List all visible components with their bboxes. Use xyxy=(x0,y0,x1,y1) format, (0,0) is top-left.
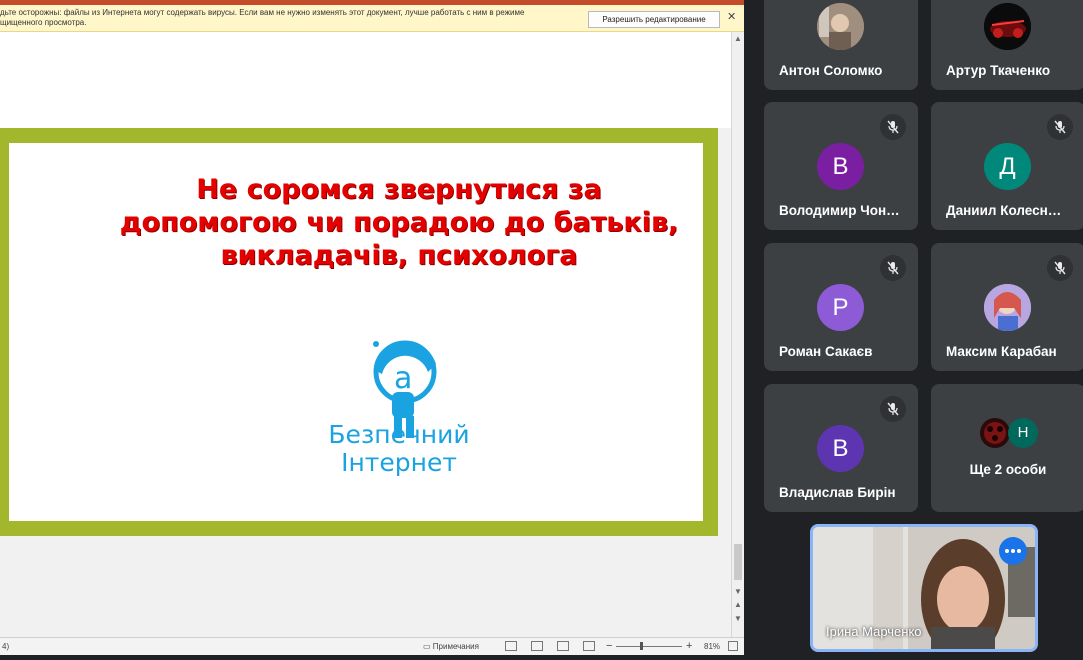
participant-initial-avatar: В xyxy=(817,425,864,472)
participant-tile[interactable]: Антон Соломко xyxy=(764,0,918,90)
enable-editing-button[interactable]: Разрешить редактирование xyxy=(588,11,720,28)
zoom-slider-knob[interactable] xyxy=(640,642,643,650)
vertical-scrollbar[interactable]: ▲ ▼ ▲ ▼ xyxy=(731,32,744,637)
logo-text-line-2: Інтернет xyxy=(341,448,457,477)
participant-photo-avatar xyxy=(984,284,1031,331)
participant-name: Владислав Бирін xyxy=(779,485,896,500)
mic-off-icon xyxy=(880,255,906,281)
slide-content: Не соромся звернутися за допомогою чи по… xyxy=(9,143,703,521)
page-indicator: 4) xyxy=(2,642,10,651)
participant-initial-avatar: Н xyxy=(1008,418,1038,448)
participant-name: Даниил Колесн… xyxy=(946,203,1062,218)
mic-off-icon xyxy=(1047,255,1073,281)
scroll-up-icon[interactable]: ▲ xyxy=(734,34,742,43)
zoom-level[interactable]: 81% xyxy=(704,642,720,651)
status-bar: 4) ▭ Примечания − + 81% xyxy=(0,637,744,656)
slide-title-line-2: допомогою чи порадою до батьків, xyxy=(119,207,679,238)
self-video-tile[interactable]: Ірина Марченко xyxy=(810,524,1038,652)
scroll-thumb[interactable] xyxy=(734,544,742,580)
slide-sorter-icon[interactable] xyxy=(531,641,543,651)
protected-view-message: дьте осторожны: файлы из Интернета могут… xyxy=(0,8,570,28)
normal-view-icon[interactable] xyxy=(505,641,517,651)
zoom-slider[interactable] xyxy=(616,646,682,647)
participant-name: Роман Сакаєв xyxy=(779,344,873,359)
more-participants-tile[interactable]: Н Ще 2 особи xyxy=(931,384,1083,512)
participant-name: Максим Карабан xyxy=(946,344,1057,359)
reading-view-icon[interactable] xyxy=(557,641,569,651)
notes-label: Примечания xyxy=(432,642,479,651)
slideshow-icon[interactable] xyxy=(583,641,595,651)
participant-initial-avatar: Д xyxy=(984,143,1031,190)
slide-title-line-3: викладачів, психолога xyxy=(220,240,578,271)
participant-tile[interactable]: В Владислав Бирін xyxy=(764,384,918,512)
participant-name: Антон Соломко xyxy=(779,63,883,78)
mic-off-icon xyxy=(880,396,906,422)
participant-photo-avatar xyxy=(984,3,1031,50)
participant-tile[interactable]: Д Даниил Колесн… xyxy=(931,102,1083,230)
slide-title-line-1: Не соромся звернутися за xyxy=(196,174,602,205)
slide-frame: Не соромся звернутися за допомогою чи по… xyxy=(0,128,718,536)
protected-view-bar: дьте осторожны: файлы из Интернета могут… xyxy=(0,5,744,32)
participant-name: Артур Ткаченко xyxy=(946,63,1051,78)
more-participants-label: Ще 2 особи xyxy=(969,462,1047,477)
protected-view-text-line1: дьте осторожны: файлы из Интернета могут… xyxy=(0,8,525,17)
participant-initial-avatar: В xyxy=(817,143,864,190)
document-window: дьте осторожны: файлы из Интернета могут… xyxy=(0,0,744,660)
zoom-out-button[interactable]: − xyxy=(606,640,612,652)
fit-to-window-icon[interactable] xyxy=(728,641,738,651)
participant-tile[interactable]: В Володимир Чон… xyxy=(764,102,918,230)
svg-text:a: a xyxy=(394,361,412,396)
next-page-icon[interactable]: ▼ xyxy=(734,614,742,623)
mic-off-icon xyxy=(1047,114,1073,140)
participant-photo-avatar xyxy=(817,3,864,50)
protected-view-text-line2: щищенного просмотра. xyxy=(0,18,87,27)
scroll-down-icon[interactable]: ▼ xyxy=(734,587,742,596)
logo-text: Безпечний Інтернет xyxy=(309,421,489,477)
prev-page-icon[interactable]: ▲ xyxy=(734,600,742,609)
bottom-edge xyxy=(0,655,744,660)
participant-tile[interactable]: Максим Карабан xyxy=(931,243,1083,371)
zoom-in-button[interactable]: + xyxy=(686,640,692,652)
more-options-button[interactable] xyxy=(999,537,1027,565)
participant-photo-avatar xyxy=(980,418,1010,448)
participant-tile[interactable]: Артур Ткаченко xyxy=(931,0,1083,90)
self-name-label: Ірина Марченко xyxy=(826,624,922,639)
mic-off-icon xyxy=(880,114,906,140)
participant-initial-avatar: Р xyxy=(817,284,864,331)
slide-title: Не соромся звернутися за допомогою чи по… xyxy=(119,173,679,272)
logo-text-line-1: Безпечний xyxy=(328,420,470,449)
participant-name: Володимир Чон… xyxy=(779,203,900,218)
close-infobar-icon[interactable]: ✕ xyxy=(727,10,736,23)
participant-tile[interactable]: Р Роман Сакаєв xyxy=(764,243,918,371)
notes-button[interactable]: ▭ Примечания xyxy=(423,642,479,651)
document-page-area xyxy=(0,32,731,128)
